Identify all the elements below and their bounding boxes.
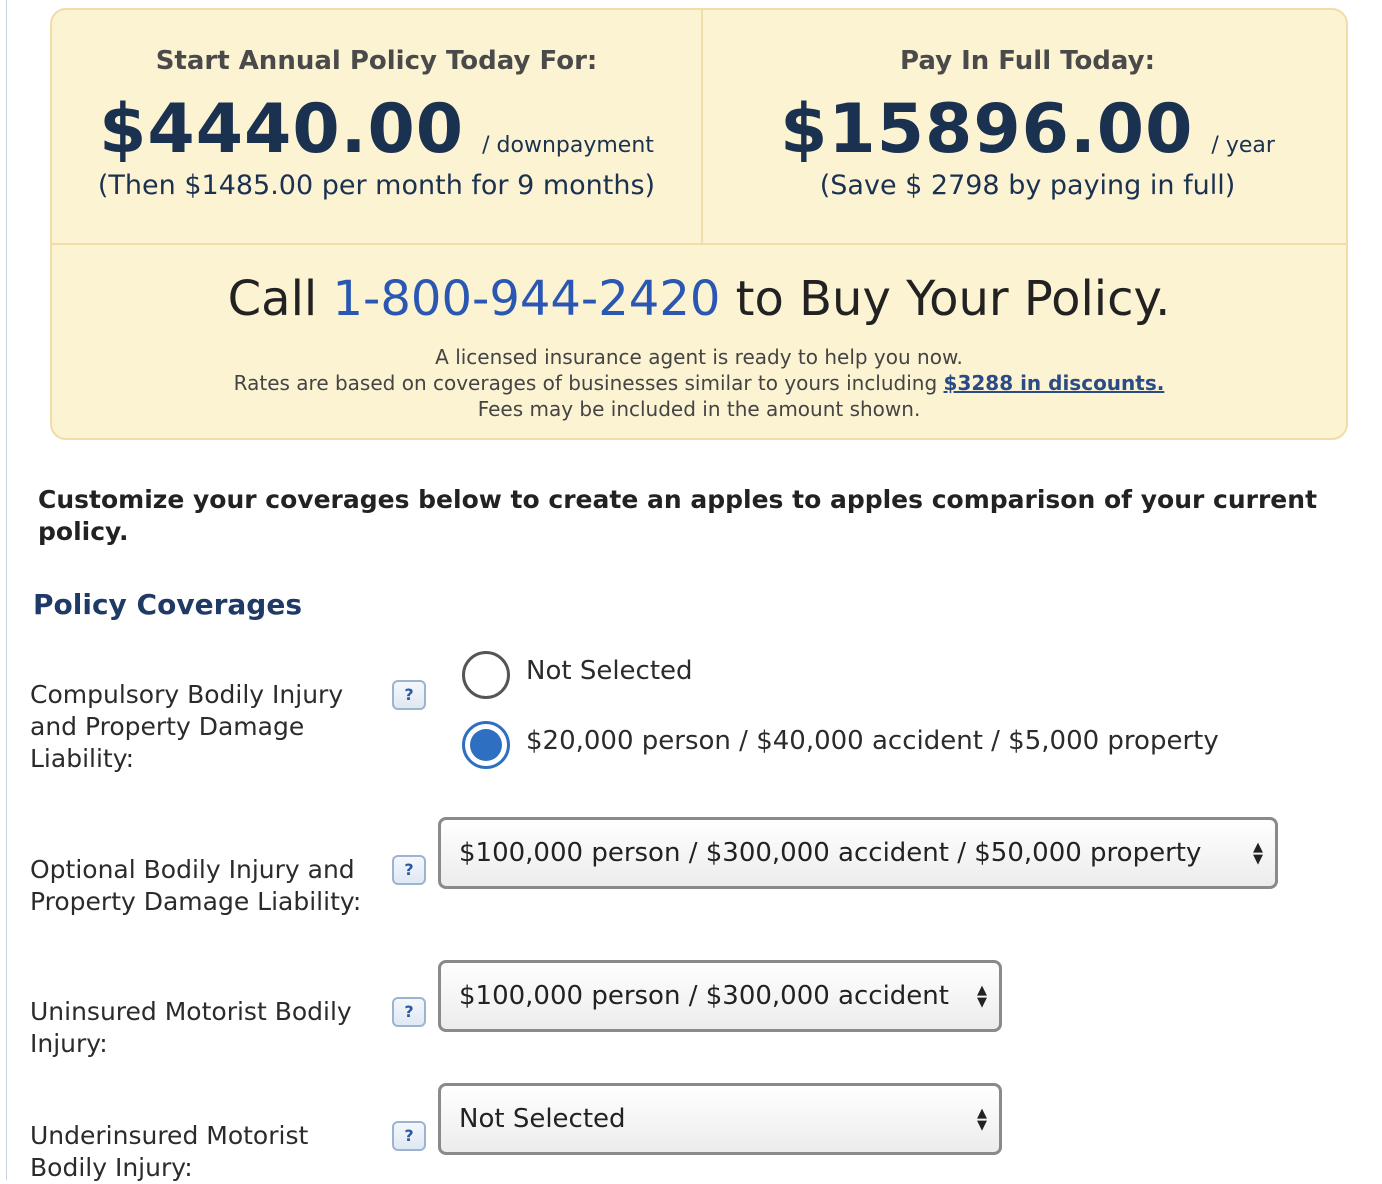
full-subtext: (Save $ 2798 by paying in full)	[819, 170, 1236, 201]
full-price-row: $15896.00 / year	[703, 90, 1352, 169]
pay-in-full-column: Pay In Full Today: $15896.00 / year (Save…	[703, 10, 1352, 243]
annual-subtext: (Then $1485.00 per month for 9 months)	[97, 170, 656, 201]
optional-liability-select[interactable]: $100,000 person / $300,000 accident / $5…	[438, 817, 1278, 889]
pricing-panel: Start Annual Policy Today For: $4440.00 /…	[50, 8, 1348, 440]
uninsured-motorist-select[interactable]: $100,000 person / $300,000 accident ▲ ▼	[438, 960, 1002, 1032]
rates-text-prefix: Rates are based on coverages of business…	[233, 371, 938, 395]
radio-compulsory-limit-label: $20,000 person / $40,000 accident / $5,0…	[526, 726, 1219, 756]
annual-title: Start Annual Policy Today For:	[155, 46, 598, 76]
section-title: Policy Coverages	[33, 588, 302, 621]
radio-not-selected[interactable]	[462, 651, 510, 699]
call-word: Call	[227, 271, 318, 327]
full-price: $15896.00	[780, 90, 1194, 169]
question-mark-icon[interactable]: ?	[392, 855, 426, 885]
call-tail: to Buy Your Policy.	[735, 271, 1171, 327]
page-left-border	[6, 0, 7, 1180]
annual-price-row: $4440.00 / downpayment	[52, 90, 701, 169]
underinsured-motorist-select[interactable]: Not Selected ▲ ▼	[438, 1083, 1002, 1155]
pricing-divider-horizontal	[52, 243, 1346, 245]
uninsured-motorist-value: $100,000 person / $300,000 accident	[459, 981, 949, 1011]
call-line: Call 1-800-944-2420 to Buy Your Policy.	[52, 271, 1346, 327]
uninsured-motorist-label: Uninsured Motorist Bodily Injury:	[30, 997, 352, 1058]
radio-checked-dot	[470, 729, 502, 761]
question-mark-icon[interactable]: ?	[392, 680, 426, 710]
phone-number-link[interactable]: 1-800-944-2420	[333, 271, 721, 327]
compulsory-liability-label: Compulsory Bodily Injury and Property Da…	[30, 680, 344, 773]
radio-not-selected-label: Not Selected	[526, 656, 693, 686]
optional-liability-label: Optional Bodily Injury and Property Dama…	[30, 855, 362, 916]
full-title: Pay In Full Today:	[899, 46, 1156, 76]
underinsured-motorist-label: Underinsured Motorist Bodily Injury:	[30, 1121, 309, 1182]
up-down-arrows-icon: ▲ ▼	[977, 1106, 987, 1133]
discounts-link[interactable]: $3288 in discounts.	[944, 371, 1165, 395]
question-mark-icon[interactable]: ?	[392, 997, 426, 1027]
up-down-arrows-icon: ▲ ▼	[977, 983, 987, 1010]
full-price-unit: / year	[1211, 133, 1275, 158]
annual-policy-column: Start Annual Policy Today For: $4440.00 /…	[52, 10, 701, 243]
up-down-arrows-icon: ▲ ▼	[1253, 840, 1263, 867]
rates-text: Rates are based on coverages of business…	[52, 371, 1346, 395]
agent-ready-text: A licensed insurance agent is ready to h…	[435, 345, 963, 369]
customize-instructions: Customize your coverages below to create…	[38, 485, 1318, 546]
question-mark-icon[interactable]: ?	[392, 1121, 426, 1151]
optional-liability-value: $100,000 person / $300,000 accident / $5…	[459, 838, 1202, 868]
radio-compulsory-limit[interactable]	[462, 721, 510, 769]
annual-price: $4440.00	[99, 90, 465, 169]
annual-price-unit: / downpayment	[482, 133, 654, 158]
fees-text: Fees may be included in the amount shown…	[477, 397, 921, 421]
underinsured-motorist-value: Not Selected	[459, 1104, 626, 1134]
